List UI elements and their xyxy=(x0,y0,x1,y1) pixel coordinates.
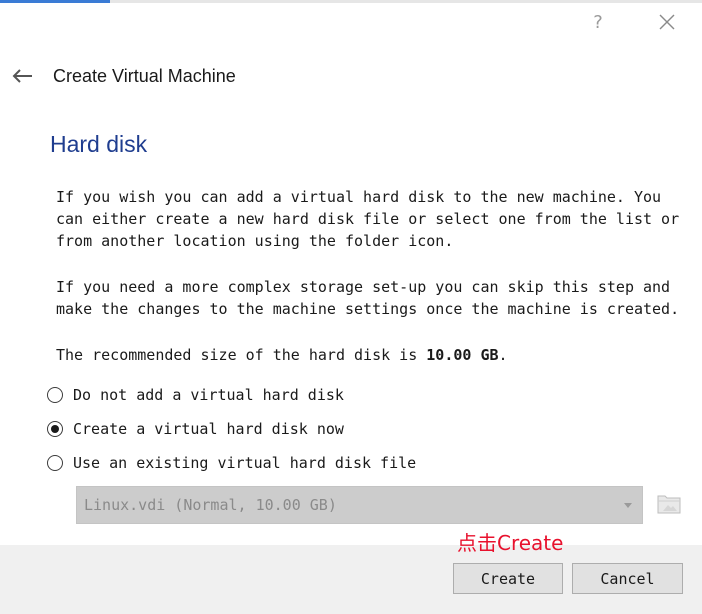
option-existing-disk[interactable]: Use an existing virtual hard disk file xyxy=(47,454,416,472)
window-top-accent xyxy=(0,0,110,3)
option-no-disk[interactable]: Do not add a virtual hard disk xyxy=(47,386,344,404)
annotation-click-create: 点击Create xyxy=(457,531,564,555)
close-icon xyxy=(659,14,675,30)
arrow-left-icon xyxy=(12,69,32,83)
help-button[interactable]: ? xyxy=(583,8,613,36)
option-create-disk-label: Create a virtual hard disk now xyxy=(73,420,344,438)
page-title: Hard disk xyxy=(50,131,148,157)
option-create-disk[interactable]: Create a virtual hard disk now xyxy=(47,420,344,438)
window-top-edge xyxy=(0,0,702,3)
radio-selected-dot xyxy=(51,425,59,433)
recommended-size-prefix: The recommended size of the hard disk is xyxy=(56,346,427,364)
radio-no-disk[interactable] xyxy=(47,387,63,403)
create-button[interactable]: Create xyxy=(453,563,563,594)
cancel-button[interactable]: Cancel xyxy=(572,563,683,594)
back-button[interactable] xyxy=(10,64,34,88)
choose-disk-file-button[interactable] xyxy=(656,491,682,517)
radio-create-disk[interactable] xyxy=(47,421,63,437)
disk-file-value: Linux.vdi (Normal, 10.00 GB) xyxy=(84,496,337,514)
option-existing-disk-label: Use an existing virtual hard disk file xyxy=(73,454,417,472)
create-vm-dialog: ? Create Virtual Machine Hard disk If yo… xyxy=(0,0,702,614)
chevron-down-icon xyxy=(624,502,632,508)
radio-existing-disk[interactable] xyxy=(47,455,63,471)
intro-paragraph: If you wish you can add a virtual hard d… xyxy=(56,188,680,250)
option-no-disk-label: Do not add a virtual hard disk xyxy=(73,386,344,404)
close-button[interactable] xyxy=(652,8,682,36)
recommended-size-value: 10.00 GB xyxy=(426,346,499,364)
recommended-size-suffix: . xyxy=(498,346,508,364)
storage-paragraph: If you need a more complex storage set-u… xyxy=(56,278,680,318)
recommended-size-text: The recommended size of the hard disk is… xyxy=(56,344,686,366)
wizard-title: Create Virtual Machine xyxy=(53,66,236,86)
help-icon: ? xyxy=(593,11,603,33)
disk-file-select[interactable]: Linux.vdi (Normal, 10.00 GB) xyxy=(76,486,643,524)
folder-icon xyxy=(657,495,681,514)
